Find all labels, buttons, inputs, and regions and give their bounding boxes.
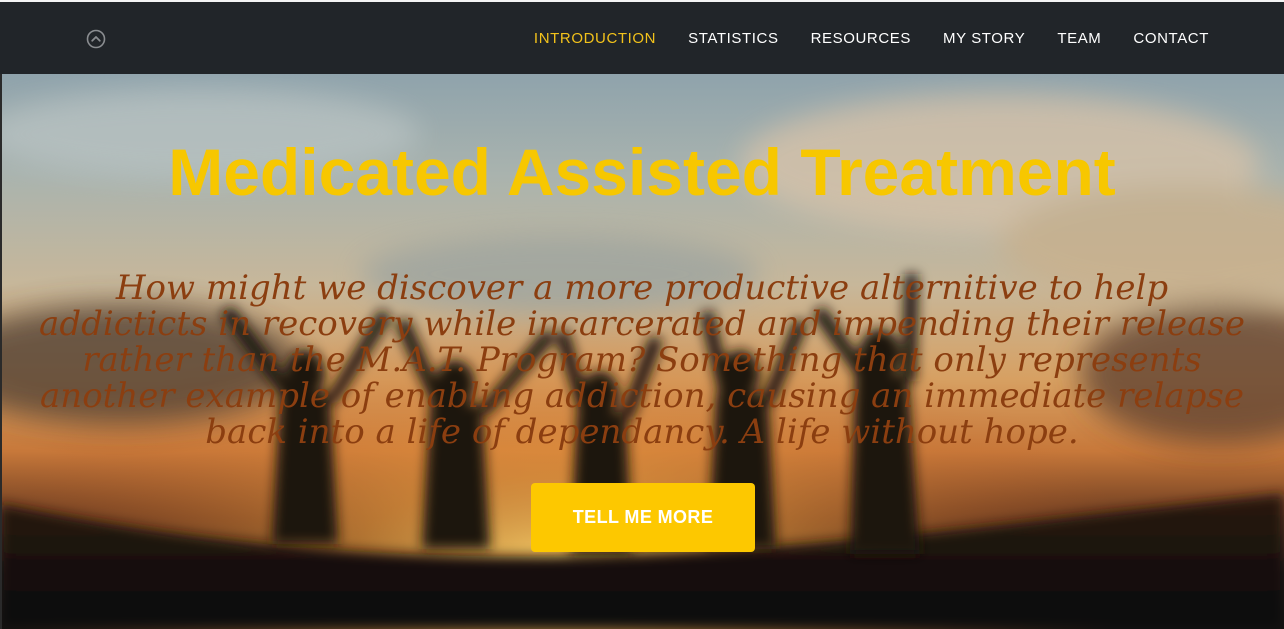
chevron-up-circle-icon [86,29,106,49]
nav-link-statistics[interactable]: STATISTICS [688,30,778,47]
nav-link-resources[interactable]: RESOURCES [811,30,911,47]
nav-link-my-story[interactable]: MY STORY [943,30,1025,47]
nav-link-team[interactable]: TEAM [1057,30,1101,47]
nav-link-introduction[interactable]: INTRODUCTION [534,30,656,47]
hero-title: Medicated Assisted Treatment [168,135,1116,209]
nav-link-contact[interactable]: CONTACT [1133,30,1209,47]
tell-me-more-button[interactable]: TELL ME MORE [531,483,755,552]
hero-subtitle: How might we discover a more productive … [0,270,1284,450]
hero-subtitle-line: another example of enabling addiction, c… [40,376,1244,416]
nav-links: INTRODUCTION STATISTICS RESOURCES MY STO… [502,2,1209,74]
hero-subtitle-line: How might we discover a more productive … [115,268,1169,308]
hero-section: Medicated Assisted Treatment How might w… [0,74,1284,629]
page: INTRODUCTION STATISTICS RESOURCES MY STO… [0,0,1284,629]
navbar: INTRODUCTION STATISTICS RESOURCES MY STO… [0,2,1284,74]
back-to-top-button[interactable] [86,29,106,49]
hero-subtitle-line: addicticts in recovery while incarcerate… [39,304,1245,344]
hero-subtitle-line: back into a life of dependancy. A life w… [205,412,1079,452]
hero-subtitle-line: rather than the M.A.T. Program? Somethin… [82,340,1202,380]
left-edge [0,74,2,629]
